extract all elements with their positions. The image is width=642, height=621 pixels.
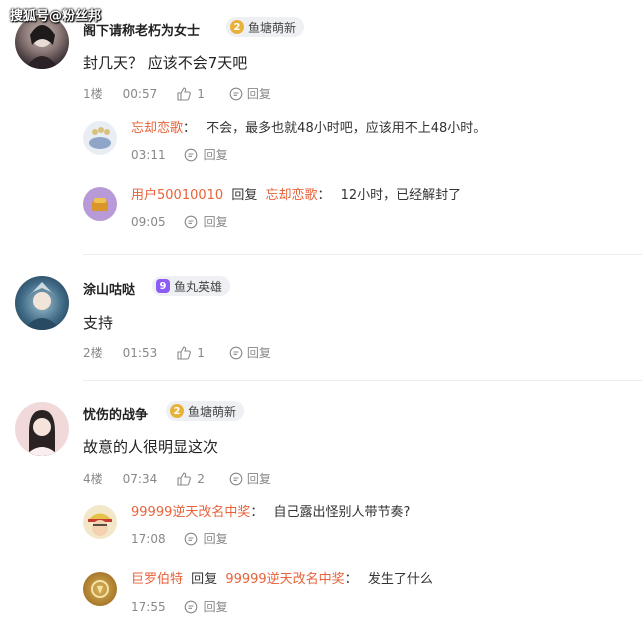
avatar-image	[25, 410, 59, 456]
reply-avatar[interactable]	[83, 505, 117, 539]
reply-separator: ：	[183, 121, 197, 136]
floor-number: 4楼	[83, 472, 103, 486]
reply-separator: ：	[344, 572, 358, 587]
reply-username[interactable]: 巨罗伯特	[131, 572, 183, 587]
reply-icon	[184, 148, 197, 161]
reply-avatar-image	[89, 127, 111, 149]
like-count: 1	[197, 345, 205, 360]
reply-avatar[interactable]	[83, 121, 117, 155]
thumbs-up-icon	[177, 345, 192, 360]
reply-separator: ：	[317, 188, 331, 203]
reply-time: 03:11	[131, 147, 166, 162]
username[interactable]: 忧伤的战争	[83, 404, 148, 423]
comment-text: 故意的人很明显这次	[83, 438, 219, 456]
badge-label: 鱼丸英雄	[174, 279, 223, 294]
comment-time: 07:34	[122, 471, 158, 486]
divider	[83, 380, 642, 381]
reply-button[interactable]: 回复	[184, 530, 228, 547]
reply-time: 17:08	[131, 531, 166, 546]
reply-icon	[184, 215, 197, 228]
watermark: 搜狐号@粉丝邦	[10, 9, 102, 24]
reply-button[interactable]: 回复	[184, 598, 228, 615]
badge-label: 鱼塘萌新	[248, 20, 297, 35]
avatar-image	[23, 282, 61, 330]
floor-number: 2楼	[83, 346, 103, 360]
reply-target-username[interactable]: 忘却恋歌	[265, 188, 317, 203]
reply-username[interactable]: 99999逆天改名中奖	[131, 505, 250, 520]
reply-target-username[interactable]: 99999逆天改名中奖	[225, 572, 344, 587]
reply-icon	[184, 600, 197, 613]
reply-icon	[184, 532, 197, 545]
reply-line: 用户50010010 回复 忘却恋歌： 12小时，已经解封了	[131, 184, 461, 203]
reply-meta: 17:55 回复	[131, 598, 228, 615]
floor-number: 1楼	[83, 87, 103, 101]
comment-time: 00:57	[122, 86, 158, 101]
comment-meta: 1楼 00:57 1 回复	[83, 85, 271, 102]
user-badge: 2 鱼塘萌新	[226, 17, 305, 37]
reply-time: 17:55	[131, 599, 166, 614]
level-icon: 2	[170, 404, 184, 418]
like-button[interactable]: 1	[177, 87, 205, 101]
divider	[83, 254, 642, 255]
user-badge: 9 鱼丸英雄	[152, 276, 231, 296]
like-button[interactable]: 1	[177, 346, 205, 360]
comment-text: 支持	[83, 314, 114, 332]
reply-separator: ：	[250, 505, 264, 520]
reply-meta: 17:08 回复	[131, 530, 228, 547]
comment-text: 封几天？ 应该不会7天吧	[83, 54, 248, 72]
reply-line: 巨罗伯特 回复 99999逆天改名中奖： 发生了什么	[131, 568, 433, 587]
reply-username[interactable]: 忘却恋歌	[131, 121, 183, 136]
reply-time: 09:05	[131, 214, 166, 229]
reply-label: 回复	[203, 532, 228, 546]
reply-username[interactable]: 用户50010010	[131, 188, 223, 203]
reply-avatar[interactable]	[83, 572, 117, 606]
reply-label: 回复	[203, 600, 228, 614]
reply-button[interactable]: 回复	[229, 344, 271, 361]
reply-line: 忘却恋歌： 不会，最多也就48小时吧，应该用不上48小时。	[131, 117, 486, 136]
reply-icon	[229, 346, 243, 359]
level-icon: 9	[156, 279, 170, 293]
avatar[interactable]	[15, 402, 69, 456]
reply-text: 发生了什么	[367, 572, 433, 587]
reply-button[interactable]: 回复	[184, 146, 228, 163]
reply-label: 回复	[203, 215, 228, 229]
reply-avatar-image	[88, 513, 112, 536]
reply-label: 回复	[246, 346, 271, 360]
reply-word: 回复	[191, 572, 218, 587]
username[interactable]: 涂山咕哒	[83, 279, 135, 298]
reply-text: 12小时，已经解封了	[340, 188, 462, 203]
comment-meta: 2楼 01:53 1 回复	[83, 344, 271, 361]
avatar[interactable]	[15, 276, 69, 330]
comment-meta: 4楼 07:34 2 回复	[83, 470, 271, 487]
thumbs-up-icon	[177, 86, 192, 101]
reply-text: 自己露出怪别人带节奏?	[273, 505, 411, 520]
reply-label: 回复	[246, 472, 271, 486]
reply-meta: 03:11 回复	[131, 146, 228, 163]
reply-line: 99999逆天改名中奖： 自己露出怪别人带节奏?	[131, 501, 410, 520]
reply-icon	[229, 87, 243, 100]
comment-time: 01:53	[122, 345, 158, 360]
badge-label: 鱼塘萌新	[188, 404, 237, 419]
reply-button[interactable]: 回复	[229, 85, 271, 102]
reply-label: 回复	[246, 87, 271, 101]
like-count: 2	[197, 471, 205, 486]
reply-label: 回复	[203, 148, 228, 162]
reply-word: 回复	[231, 188, 258, 203]
like-button[interactable]: 2	[177, 472, 205, 486]
reply-avatar-image	[91, 580, 109, 598]
thumbs-up-icon	[177, 471, 192, 486]
reply-avatar-image	[92, 198, 108, 211]
reply-text: 不会，最多也就48小时吧，应该用不上48小时。	[206, 121, 487, 136]
reply-meta: 09:05 回复	[131, 213, 228, 230]
user-badge: 2 鱼塘萌新	[166, 401, 245, 421]
level-icon: 2	[230, 20, 244, 34]
reply-icon	[229, 472, 243, 485]
reply-button[interactable]: 回复	[229, 470, 271, 487]
like-count: 1	[197, 86, 205, 101]
reply-avatar[interactable]	[83, 187, 117, 221]
reply-button[interactable]: 回复	[184, 213, 228, 230]
